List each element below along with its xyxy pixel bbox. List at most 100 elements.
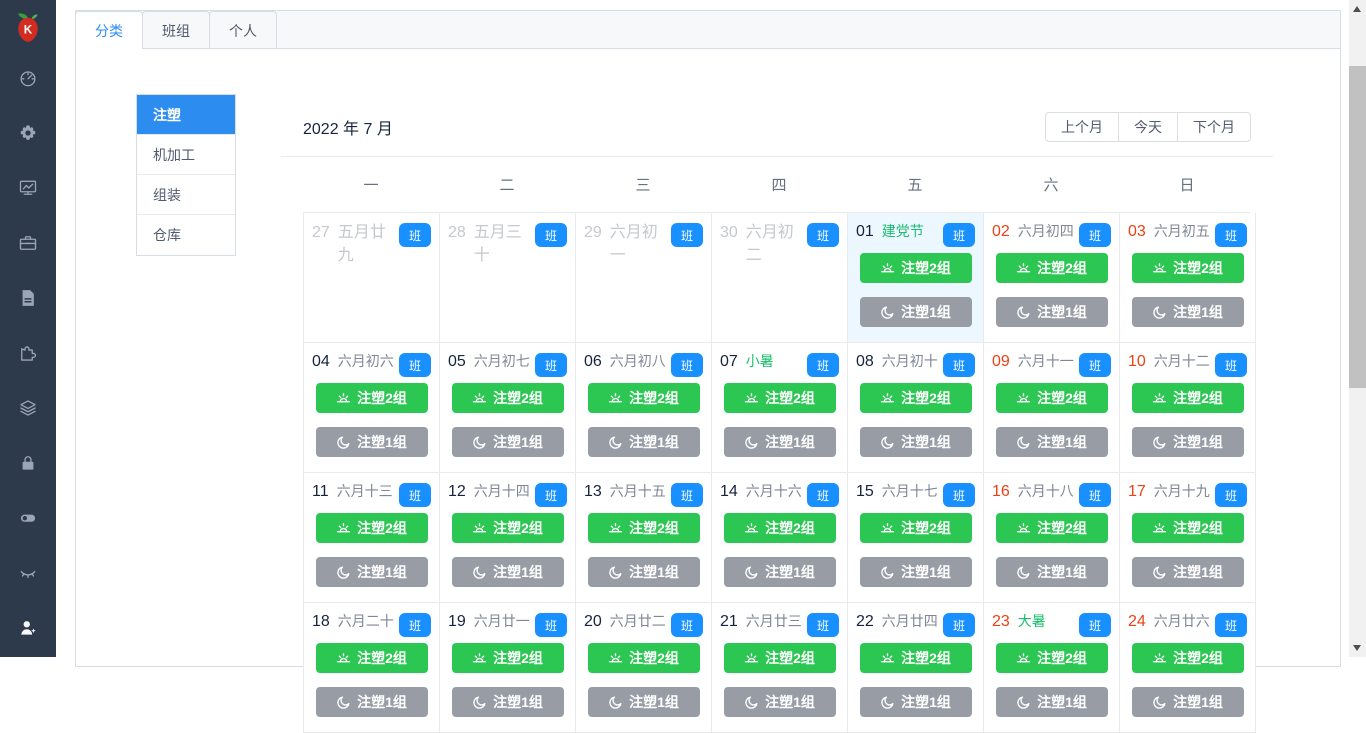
night-shift-button[interactable]: 注塑1组	[316, 557, 428, 587]
day-shift-button[interactable]: 注塑2组	[996, 253, 1108, 283]
shift-badge[interactable]: 班	[807, 223, 839, 247]
day-shift-button[interactable]: 注塑2组	[1132, 513, 1244, 543]
scrollbar-thumb[interactable]	[1349, 66, 1366, 388]
night-shift-button[interactable]: 注塑1组	[588, 557, 700, 587]
shift-badge[interactable]: 班	[399, 353, 431, 377]
night-shift-button[interactable]: 注塑1组	[996, 557, 1108, 587]
scroll-down-icon[interactable]	[1353, 645, 1361, 651]
day-shift-button[interactable]: 注塑2组	[1132, 383, 1244, 413]
today-button[interactable]: 今天	[1118, 112, 1178, 142]
night-shift-button[interactable]: 注塑1组	[860, 297, 972, 327]
calendar-day-cell[interactable]: 07 小暑 班 注塑2组 注塑1组	[712, 343, 848, 473]
user-icon[interactable]	[18, 618, 38, 638]
night-shift-button[interactable]: 注塑1组	[452, 687, 564, 717]
shift-badge[interactable]: 班	[807, 353, 839, 377]
shift-badge[interactable]: 班	[1079, 483, 1111, 507]
day-shift-button[interactable]: 注塑2组	[1132, 253, 1244, 283]
puzzle-icon[interactable]	[18, 343, 38, 363]
calendar-day-cell[interactable]: 08 六月初十 班 注塑2组 注塑1组	[848, 343, 984, 473]
calendar-day-cell[interactable]: 01 建党节 班 注塑2组 注塑1组	[848, 213, 984, 343]
night-shift-button[interactable]: 注塑1组	[452, 557, 564, 587]
night-shift-button[interactable]: 注塑1组	[724, 427, 836, 457]
calendar-day-cell[interactable]: 09 六月十一 班 注塑2组 注塑1组	[984, 343, 1120, 473]
prev-month-button[interactable]: 上个月	[1045, 112, 1119, 142]
category-warehouse[interactable]: 仓库	[137, 215, 235, 255]
shift-badge[interactable]: 班	[535, 613, 567, 637]
night-shift-button[interactable]: 注塑1组	[996, 687, 1108, 717]
shift-badge[interactable]: 班	[1215, 613, 1247, 637]
dashboard-icon[interactable]	[18, 68, 38, 88]
calendar-day-cell[interactable]: 16 六月十八 班 注塑2组 注塑1组	[984, 473, 1120, 603]
day-shift-button[interactable]: 注塑2组	[588, 513, 700, 543]
calendar-day-cell[interactable]: 11 六月十三 班 注塑2组 注塑1组	[304, 473, 440, 603]
shift-badge[interactable]: 班	[943, 483, 975, 507]
calendar-day-cell[interactable]: 28 五月三十 班	[440, 213, 576, 343]
calendar-day-cell[interactable]: 14 六月十六 班 注塑2组 注塑1组	[712, 473, 848, 603]
calendar-day-cell[interactable]: 27 五月廿九 班	[304, 213, 440, 343]
calendar-day-cell[interactable]: 30 六月初二 班	[712, 213, 848, 343]
app-logo[interactable]: K	[0, 0, 56, 56]
day-shift-button[interactable]: 注塑2组	[452, 513, 564, 543]
day-shift-button[interactable]: 注塑2组	[860, 253, 972, 283]
shift-badge[interactable]: 班	[535, 223, 567, 247]
calendar-day-cell[interactable]: 04 六月初六 班 注塑2组 注塑1组	[304, 343, 440, 473]
night-shift-button[interactable]: 注塑1组	[1132, 687, 1244, 717]
shift-badge[interactable]: 班	[807, 613, 839, 637]
night-shift-button[interactable]: 注塑1组	[996, 427, 1108, 457]
shift-badge[interactable]: 班	[1079, 613, 1111, 637]
shift-badge[interactable]: 班	[1215, 353, 1247, 377]
layers-icon[interactable]	[18, 398, 38, 418]
night-shift-button[interactable]: 注塑1组	[860, 687, 972, 717]
day-shift-button[interactable]: 注塑2组	[588, 643, 700, 673]
category-assembly[interactable]: 组装	[137, 175, 235, 215]
day-shift-button[interactable]: 注塑2组	[996, 643, 1108, 673]
calendar-day-cell[interactable]: 10 六月十二 班 注塑2组 注塑1组	[1120, 343, 1256, 473]
calendar-day-cell[interactable]: 21 六月廿三 班 注塑2组 注塑1组	[712, 603, 848, 733]
night-shift-button[interactable]: 注塑1组	[588, 427, 700, 457]
shift-badge[interactable]: 班	[399, 483, 431, 507]
scroll-up-icon[interactable]	[1353, 6, 1361, 12]
tab-group[interactable]: 班组	[142, 11, 210, 49]
monitor-chart-icon[interactable]	[18, 178, 38, 198]
day-shift-button[interactable]: 注塑2组	[316, 513, 428, 543]
shift-badge[interactable]: 班	[943, 353, 975, 377]
calendar-day-cell[interactable]: 19 六月廿一 班 注塑2组 注塑1组	[440, 603, 576, 733]
night-shift-button[interactable]: 注塑1组	[316, 427, 428, 457]
briefcase-icon[interactable]	[18, 233, 38, 253]
day-shift-button[interactable]: 注塑2组	[316, 383, 428, 413]
shift-badge[interactable]: 班	[671, 353, 703, 377]
shift-badge[interactable]: 班	[399, 223, 431, 247]
calendar-day-cell[interactable]: 13 六月十五 班 注塑2组 注塑1组	[576, 473, 712, 603]
day-shift-button[interactable]: 注塑2组	[860, 383, 972, 413]
night-shift-button[interactable]: 注塑1组	[1132, 297, 1244, 327]
day-shift-button[interactable]: 注塑2组	[588, 383, 700, 413]
shift-badge[interactable]: 班	[943, 613, 975, 637]
tab-personal[interactable]: 个人	[209, 11, 277, 49]
calendar-day-cell[interactable]: 03 六月初五 班 注塑2组 注塑1组	[1120, 213, 1256, 343]
day-shift-button[interactable]: 注塑2组	[724, 383, 836, 413]
night-shift-button[interactable]: 注塑1组	[452, 427, 564, 457]
shift-badge[interactable]: 班	[807, 483, 839, 507]
day-shift-button[interactable]: 注塑2组	[724, 513, 836, 543]
vertical-scrollbar[interactable]	[1349, 0, 1366, 657]
day-shift-button[interactable]: 注塑2组	[996, 513, 1108, 543]
shift-badge[interactable]: 班	[671, 613, 703, 637]
shift-badge[interactable]: 班	[535, 483, 567, 507]
night-shift-button[interactable]: 注塑1组	[316, 687, 428, 717]
eye-closed-icon[interactable]	[18, 563, 38, 583]
day-shift-button[interactable]: 注塑2组	[452, 383, 564, 413]
next-month-button[interactable]: 下个月	[1177, 112, 1251, 142]
night-shift-button[interactable]: 注塑1组	[1132, 427, 1244, 457]
night-shift-button[interactable]: 注塑1组	[724, 557, 836, 587]
shift-badge[interactable]: 班	[671, 483, 703, 507]
day-shift-button[interactable]: 注塑2组	[996, 383, 1108, 413]
document-icon[interactable]	[18, 288, 38, 308]
calendar-day-cell[interactable]: 15 六月十七 班 注塑2组 注塑1组	[848, 473, 984, 603]
shift-badge[interactable]: 班	[943, 223, 975, 247]
calendar-day-cell[interactable]: 05 六月初七 班 注塑2组 注塑1组	[440, 343, 576, 473]
category-machining[interactable]: 机加工	[137, 135, 235, 175]
shift-badge[interactable]: 班	[1079, 223, 1111, 247]
calendar-day-cell[interactable]: 29 六月初一 班	[576, 213, 712, 343]
night-shift-button[interactable]: 注塑1组	[996, 297, 1108, 327]
night-shift-button[interactable]: 注塑1组	[860, 557, 972, 587]
